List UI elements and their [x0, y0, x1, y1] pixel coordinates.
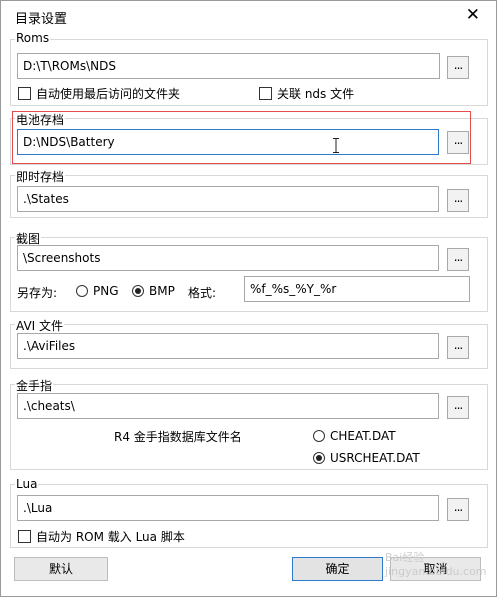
- ok-button[interactable]: 确定: [292, 557, 383, 581]
- highlight-box: [12, 111, 471, 164]
- window-title: 目录设置: [15, 12, 68, 27]
- auto-last-folder-label: 自动使用最后访问的文件夹: [36, 87, 181, 101]
- radio-circle[interactable]: [313, 452, 325, 464]
- lua-browse-button[interactable]: ...: [447, 498, 469, 521]
- cheat-dat-radio[interactable]: CHEAT.DAT: [313, 429, 396, 443]
- radio-circle[interactable]: [313, 430, 325, 442]
- states-group-label: 即时存档: [15, 168, 66, 185]
- radio-selected-dot: [135, 288, 141, 294]
- roms-group-label: Roms: [15, 31, 51, 45]
- checkbox-box[interactable]: [259, 87, 272, 100]
- associate-nds-checkbox[interactable]: 关联 nds 文件: [259, 85, 354, 102]
- format-input[interactable]: %f_%s_%Y_%r: [244, 276, 470, 302]
- cheats-group-label: 金手指: [15, 377, 54, 394]
- lua-path-input[interactable]: .\Lua: [17, 495, 439, 521]
- close-icon[interactable]: ✕: [466, 5, 480, 25]
- states-path-input[interactable]: .\States: [17, 186, 439, 212]
- watermark: Bai经验 jingyan.baidu.com: [385, 551, 487, 578]
- directory-settings-dialog: 目录设置 ✕ Roms D:\T\ROMs\NDS ... 自动使用最后访问的文…: [0, 0, 497, 597]
- checkbox-box[interactable]: [18, 530, 31, 543]
- bmp-radio[interactable]: BMP: [132, 284, 175, 298]
- screenshots-browse-button[interactable]: ...: [447, 248, 469, 271]
- usrcheat-dat-radio[interactable]: USRCHEAT.DAT: [313, 451, 420, 465]
- radio-circle[interactable]: [76, 285, 88, 297]
- avi-group-label: AVI 文件: [15, 317, 65, 334]
- cheats-path-input[interactable]: .\cheats\: [17, 393, 439, 419]
- auto-load-lua-label: 自动为 ROM 载入 Lua 脚本: [36, 530, 185, 544]
- default-button[interactable]: 默认: [14, 557, 108, 581]
- bmp-label: BMP: [149, 284, 175, 298]
- cheat-dat-label: CHEAT.DAT: [330, 429, 396, 443]
- radio-selected-dot: [316, 455, 322, 461]
- avi-path-input[interactable]: .\AviFiles: [17, 333, 439, 359]
- r4-db-label: R4 金手指数据库文件名: [114, 430, 242, 444]
- roms-path-input[interactable]: D:\T\ROMs\NDS: [17, 53, 440, 79]
- checkbox-box[interactable]: [18, 87, 31, 100]
- title-bar: 目录设置 ✕: [1, 1, 496, 32]
- format-label: 格式:: [188, 286, 217, 300]
- avi-browse-button[interactable]: ...: [447, 336, 469, 359]
- associate-nds-label: 关联 nds 文件: [277, 87, 355, 101]
- auto-last-folder-checkbox[interactable]: 自动使用最后访问的文件夹: [18, 85, 180, 102]
- roms-browse-button[interactable]: ...: [447, 56, 469, 79]
- png-radio[interactable]: PNG: [76, 284, 119, 298]
- states-browse-button[interactable]: ...: [447, 189, 469, 212]
- cheats-browse-button[interactable]: ...: [447, 396, 469, 419]
- auto-load-lua-checkbox[interactable]: 自动为 ROM 载入 Lua 脚本: [18, 528, 185, 545]
- png-label: PNG: [93, 284, 119, 298]
- lua-group-label: Lua: [15, 477, 39, 491]
- screenshots-path-input[interactable]: \Screenshots: [17, 245, 439, 271]
- text-cursor-icon: [333, 138, 339, 153]
- save-as-label: 另存为:: [17, 286, 58, 300]
- radio-circle[interactable]: [132, 285, 144, 297]
- usrcheat-dat-label: USRCHEAT.DAT: [330, 451, 420, 465]
